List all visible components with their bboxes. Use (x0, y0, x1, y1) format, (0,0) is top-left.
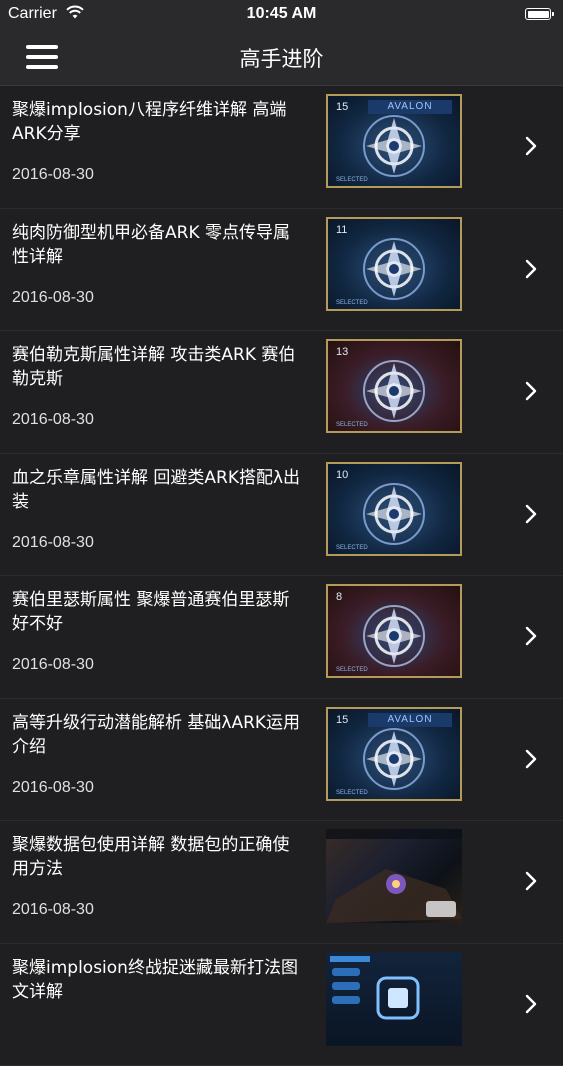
chevron-right-icon[interactable] (525, 136, 537, 156)
thumbnail-caption: SELECTED (336, 790, 368, 796)
gameplay-scene-icon (326, 829, 462, 923)
thumbnail-caption: SELECTED (336, 422, 368, 428)
article-title: 高等升级行动潜能解析 基础λARK运用介绍 (12, 711, 304, 759)
thumbnail-brand: AVALON (368, 713, 452, 727)
chevron-right-icon[interactable] (525, 871, 537, 891)
thumbnail-caption: SELECTED (336, 667, 368, 673)
chevron-right-icon[interactable] (525, 626, 537, 646)
status-bar: Carrier 10:45 AM (0, 0, 563, 30)
article-thumbnail: 13 SELECTED (326, 339, 462, 433)
page-title: 高手进阶 (0, 43, 563, 73)
thumbnail-caption: SELECTED (336, 545, 368, 551)
article-title: 纯肉防御型机甲必备ARK 零点传导属性详解 (12, 221, 304, 269)
thumbnail-level: 13 (336, 346, 348, 358)
article-row[interactable]: 聚爆implosion终战捉迷藏最新打法图文详解 (0, 944, 563, 1066)
article-row[interactable]: 聚爆implosion八程序纤维详解 高端ARK分享 2016-08-30 15 AV… (0, 86, 563, 209)
article-thumbnail: 15 AVALON SELECTED (326, 94, 462, 188)
article-date: 2016-08-30 (12, 166, 94, 184)
article-title: 聚爆implosion八程序纤维详解 高端ARK分享 (12, 98, 304, 146)
chevron-right-icon[interactable] (525, 749, 537, 769)
article-row[interactable]: 聚爆数据包使用详解 数据包的正确使用方法 2016-08-30 (0, 821, 563, 944)
thumbnail-level: 11 (336, 224, 347, 236)
battery-icon (525, 8, 551, 20)
thumbnail-level: 15 (336, 101, 348, 113)
article-row[interactable]: 赛伯里瑟斯属性 聚爆普通赛伯里瑟斯好不好 2016-08-30 8 SELECTED (0, 576, 563, 699)
article-date: 2016-08-30 (12, 289, 94, 307)
article-row[interactable]: 高等升级行动潜能解析 基础λARK运用介绍 2016-08-30 15 AVALON S… (0, 699, 563, 822)
article-title: 血之乐章属性详解 回避类ARK搭配λ出装 (12, 466, 304, 514)
thumbnail-caption: SELECTED (336, 300, 368, 306)
article-thumbnail: 10 SELECTED (326, 462, 462, 556)
article-title: 聚爆数据包使用详解 数据包的正确使用方法 (12, 833, 304, 881)
article-thumbnail: 8 SELECTED (326, 584, 462, 678)
ark-emblem-icon (328, 586, 460, 676)
article-title: 赛伯里瑟斯属性 聚爆普通赛伯里瑟斯好不好 (12, 588, 304, 636)
thumbnail-brand: AVALON (368, 100, 452, 114)
article-date: 2016-08-30 (12, 901, 94, 919)
chevron-right-icon[interactable] (525, 381, 537, 401)
thumbnail-caption: SELECTED (336, 177, 368, 183)
article-thumbnail (326, 829, 462, 923)
thumbnail-level: 10 (336, 469, 348, 481)
thumbnail-level: 8 (336, 591, 342, 603)
article-title: 赛伯勒克斯属性详解 攻击类ARK 赛伯勒克斯 (12, 343, 304, 391)
article-thumbnail: 15 AVALON SELECTED (326, 707, 462, 801)
chevron-right-icon[interactable] (525, 259, 537, 279)
game-ui-icon (326, 952, 462, 1046)
article-list: 聚爆implosion八程序纤维详解 高端ARK分享 2016-08-30 15 AV… (0, 86, 563, 1066)
status-time: 10:45 AM (0, 5, 563, 23)
article-date: 2016-08-30 (12, 411, 94, 429)
article-row[interactable]: 血之乐章属性详解 回避类ARK搭配λ出装 2016-08-30 10 SELECTED (0, 454, 563, 577)
ark-emblem-icon (328, 219, 460, 309)
chevron-right-icon[interactable] (525, 504, 537, 524)
chevron-right-icon[interactable] (525, 994, 537, 1014)
article-date: 2016-08-30 (12, 779, 94, 797)
article-date: 2016-08-30 (12, 534, 94, 552)
article-row[interactable]: 纯肉防御型机甲必备ARK 零点传导属性详解 2016-08-30 11 SELECTE… (0, 209, 563, 332)
article-thumbnail (326, 952, 462, 1046)
thumbnail-level: 15 (336, 714, 348, 726)
article-row[interactable]: 赛伯勒克斯属性详解 攻击类ARK 赛伯勒克斯 2016-08-30 13 SELECT… (0, 331, 563, 454)
article-date: 2016-08-30 (12, 656, 94, 674)
article-title: 聚爆implosion终战捉迷藏最新打法图文详解 (12, 956, 304, 1004)
navigation-bar: 高手进阶 (0, 30, 563, 86)
article-thumbnail: 11 SELECTED (326, 217, 462, 311)
